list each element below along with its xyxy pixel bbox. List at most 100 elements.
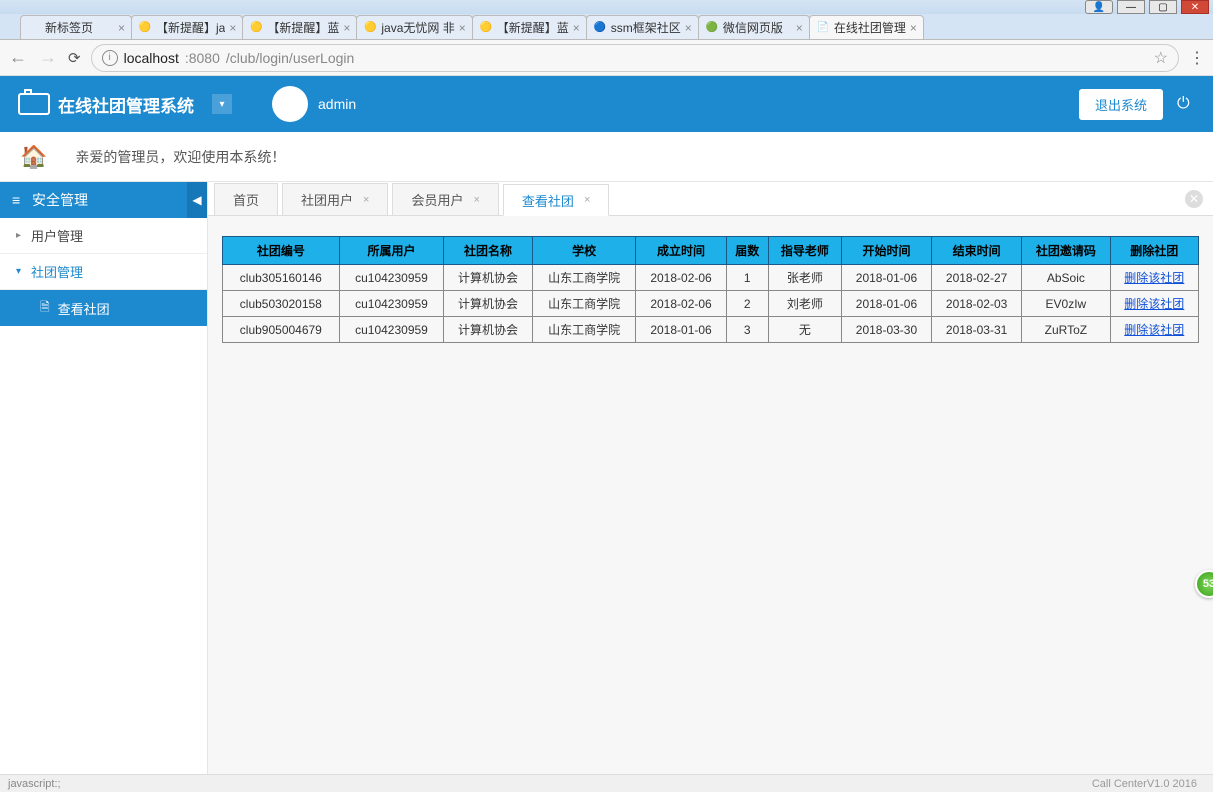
tab-close-icon[interactable]: × — [363, 194, 369, 206]
browser-tab[interactable]: 🟡【新提醒】蓝× — [242, 15, 357, 39]
tab-label: 在线社团管理 — [834, 19, 906, 36]
table-cell: 2 — [726, 291, 768, 317]
browser-tab[interactable]: 🟡 【新提醒】蓝 × — [472, 15, 587, 39]
forward-button[interactable]: → — [38, 47, 58, 68]
table-cell: cu104230959 — [339, 265, 444, 291]
content-tab-label: 会员用户 — [411, 190, 463, 209]
table-cell: 1 — [726, 265, 768, 291]
table-cell: 删除该社团 — [1110, 291, 1198, 317]
browser-tab[interactable]: 🔵ssm框架社区× — [586, 15, 699, 39]
reload-button[interactable]: ⟳ — [68, 49, 81, 67]
tab-close-icon[interactable]: × — [584, 194, 590, 206]
avatar[interactable] — [272, 86, 308, 122]
favicon-icon: 🟡 — [138, 21, 152, 35]
tab-close-icon[interactable]: × — [685, 21, 692, 35]
content-tab[interactable]: 首页 — [214, 183, 278, 215]
home-icon[interactable]: 🏠 — [20, 144, 47, 170]
browser-tab[interactable]: 🟡java无忧网 非× — [356, 15, 472, 39]
sidebar-subitem-label: 查看社团 — [58, 299, 110, 318]
table-cell: 计算机协会 — [444, 291, 532, 317]
table-cell: 山东工商学院 — [532, 291, 636, 317]
table-cell: 2018-02-06 — [636, 265, 726, 291]
window-maximize-button[interactable]: ▢ — [1149, 0, 1177, 14]
browser-tab[interactable]: 新标签页 × — [20, 15, 132, 39]
app-logo[interactable]: 在线社团管理系统 — [18, 92, 194, 117]
tab-close-icon[interactable]: × — [910, 21, 917, 35]
content-tab-strip: 首页 社团用户× 会员用户 × 查看社团 × ✕ — [208, 182, 1213, 216]
table-cell: AbSoic — [1022, 265, 1110, 291]
tab-close-icon[interactable]: × — [343, 21, 350, 35]
sidebar: 安全管理 ◀ ▸用户管理▾社团管理查看社团 — [0, 182, 208, 774]
app-header: 在线社团管理系统 ▾ admin 退出系统 ⏻ — [0, 76, 1213, 132]
tab-label: 【新提醒】蓝 — [497, 19, 569, 36]
status-bar: javascript:; Call CenterV1.0 2016 — [0, 774, 1213, 792]
browser-menu-icon[interactable]: ⋮ — [1189, 48, 1205, 68]
power-icon[interactable]: ⏻ — [1177, 95, 1195, 113]
content-tab[interactable]: 社团用户× — [282, 183, 388, 215]
table-cell: 删除该社团 — [1110, 317, 1198, 343]
favicon-icon: 🟡 — [479, 21, 493, 35]
delete-link[interactable]: 删除该社团 — [1124, 297, 1184, 311]
header-dropdown-icon[interactable]: ▾ — [212, 94, 232, 114]
table-cell: 2018-01-06 — [841, 265, 931, 291]
window-user-icon[interactable]: 👤 — [1085, 0, 1113, 14]
table-cell: 3 — [726, 317, 768, 343]
logo-icon — [18, 93, 50, 115]
tab-close-icon[interactable]: × — [459, 21, 466, 35]
tab-label: 【新提醒】蓝 — [267, 19, 339, 36]
sidebar-subitem[interactable]: 查看社团 — [0, 290, 207, 326]
close-all-tabs-icon[interactable]: ✕ — [1185, 190, 1203, 208]
tab-close-icon[interactable]: × — [573, 21, 580, 35]
favicon-icon — [27, 21, 41, 35]
table-cell: 刘老师 — [768, 291, 841, 317]
tab-close-icon[interactable]: × — [796, 21, 803, 35]
table-cell: 山东工商学院 — [532, 317, 636, 343]
table-row: club905004679cu104230959计算机协会山东工商学院2018-… — [223, 317, 1199, 343]
window-titlebar: 👤 — ▢ ✕ — [0, 0, 1213, 14]
tab-close-icon[interactable]: × — [229, 21, 236, 35]
url-port: :8080 — [185, 50, 220, 66]
table-header: 成立时间 — [636, 237, 726, 265]
tab-close-icon[interactable]: × — [473, 194, 479, 206]
back-button[interactable]: ← — [8, 47, 28, 68]
sidebar-header[interactable]: 安全管理 ◀ — [0, 182, 207, 218]
window-minimize-button[interactable]: — — [1117, 0, 1145, 14]
tab-label: 新标签页 — [45, 19, 93, 36]
browser-tab[interactable]: 📄在线社团管理× — [809, 15, 924, 39]
table-header: 社团编号 — [223, 237, 340, 265]
copyright-text: Call CenterV1.0 2016 — [1092, 778, 1197, 790]
logout-button[interactable]: 退出系统 — [1079, 89, 1163, 120]
table-cell: 2018-02-06 — [636, 291, 726, 317]
sidebar-item[interactable]: ▸用户管理 — [0, 218, 207, 254]
content-tab-label: 首页 — [233, 190, 259, 209]
browser-tab[interactable]: 🟢微信网页版× — [698, 15, 810, 39]
sidebar-item-label: 社团管理 — [31, 262, 83, 281]
table-header: 结束时间 — [932, 237, 1022, 265]
delete-link[interactable]: 删除该社团 — [1124, 323, 1184, 337]
table-header: 社团名称 — [444, 237, 532, 265]
sidebar-collapse-icon[interactable]: ◀ — [187, 182, 207, 218]
content-tab[interactable]: 会员用户 × — [392, 183, 498, 215]
chevron-icon: ▸ — [16, 230, 21, 241]
table-cell: club905004679 — [223, 317, 340, 343]
sidebar-item[interactable]: ▾社团管理 — [0, 254, 207, 290]
content-tab-label: 查看社团 — [522, 191, 574, 210]
table-cell: 2018-02-03 — [932, 291, 1022, 317]
table-cell: club503020158 — [223, 291, 340, 317]
app-title: 在线社团管理系统 — [58, 92, 194, 117]
delete-link[interactable]: 删除该社团 — [1124, 271, 1184, 285]
table-cell: ZuRToZ — [1022, 317, 1110, 343]
table-cell: 计算机协会 — [444, 265, 532, 291]
site-info-icon[interactable]: i — [102, 50, 118, 66]
tab-label: 微信网页版 — [723, 19, 783, 36]
table-cell: cu104230959 — [339, 291, 444, 317]
bookmark-icon[interactable]: ☆ — [1154, 48, 1168, 68]
browser-tab[interactable]: 🟡【新提醒】ja× — [131, 15, 243, 39]
tab-label: ssm框架社区 — [611, 19, 681, 36]
address-bar: ← → ⟳ i localhost:8080/club/login/userLo… — [0, 40, 1213, 76]
window-close-button[interactable]: ✕ — [1181, 0, 1209, 14]
url-input[interactable]: i localhost:8080/club/login/userLogin ☆ — [91, 44, 1179, 72]
content-tab[interactable]: 查看社团 × — [503, 184, 609, 216]
username-label: admin — [318, 96, 356, 112]
tab-close-icon[interactable]: × — [118, 21, 125, 35]
